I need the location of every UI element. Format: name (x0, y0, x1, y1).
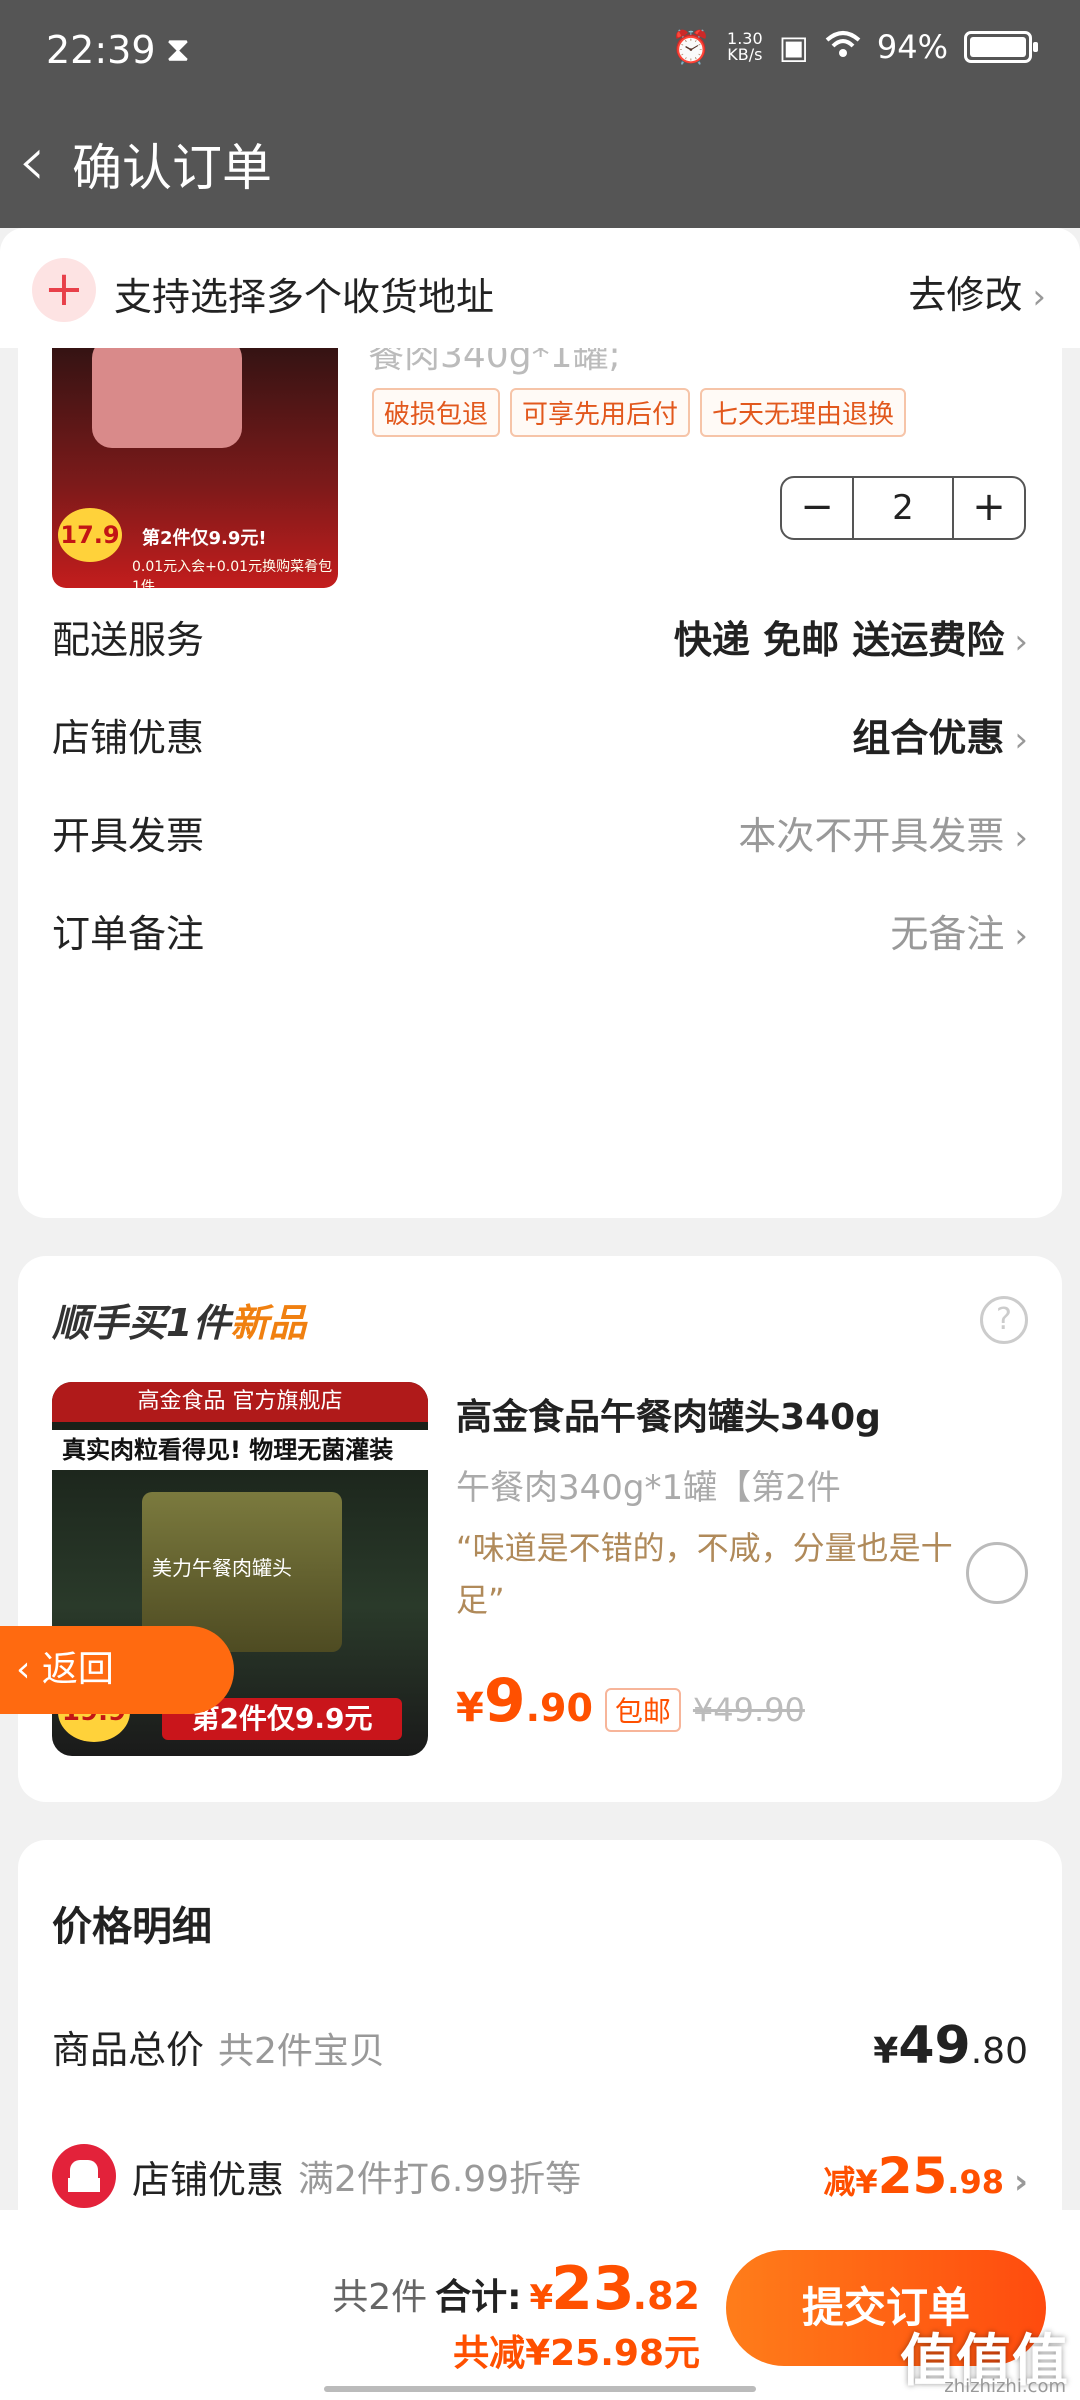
net-speed: 1.30 KB/s (727, 29, 763, 64)
thumb-store-header: 高金食品 官方旗舰店 (52, 1382, 428, 1422)
order-total: 共2件 合计: ¥ 23 .82 (332, 2254, 700, 2324)
delivery-label: 配送服务 (52, 617, 205, 662)
goods-total-amount: ¥49.80 (873, 2016, 1028, 2076)
tag-pay-later: 可享先用后付 (510, 388, 691, 437)
chevron-right-icon: › (1014, 817, 1028, 858)
goods-total-label: 商品总价 (52, 2028, 205, 2072)
status-bar: 22:39 ⧗ ⏰ 1.30 KB/s ▣ 94% (0, 0, 1080, 100)
upsell-card: 顺手买1件新品 ? 高金食品 官方旗舰店 真实肉粒看得见! 物理无菌灌装 美力午… (18, 1256, 1062, 1802)
address-banner-text: 支持选择多个收货地址 (114, 275, 495, 319)
delivery-value: 快递 免邮 送运费险 (673, 617, 1005, 662)
upsell-review-quote: “味道是不错的，不咸，分量也是十足” (456, 1529, 953, 1619)
note-row[interactable]: 订单备注 无备注 › (52, 890, 1028, 970)
product-thumbnail[interactable]: 17.9 第2件仅9.9元! 0.01元入会+0.01元换购菜肴包1件 (52, 348, 338, 588)
watermark-url: zhizhizhi.com (944, 2376, 1066, 2397)
sum-label: 合计: (435, 2277, 522, 2318)
status-time: 22:39 (46, 28, 156, 72)
order-card: 17.9 第2件仅9.9元! 0.01元入会+0.01元换购菜肴包1件 餐肉34… (18, 348, 1062, 1218)
new-badge: 新品 (230, 1301, 307, 1345)
shop-discount-row[interactable]: 店铺优惠 组合优惠 › (52, 694, 1028, 774)
luncheon-meat-image (92, 348, 242, 448)
thumb-price-badge: 17.9 (58, 508, 122, 562)
shop-discount-detail-sub: 满2件打6.99折等 (298, 2159, 582, 2200)
wifi-icon (825, 28, 861, 66)
product-spec: 餐肉340g*1罐; (368, 348, 621, 376)
thumb-sub: 0.01元入会+0.01元换购菜肴包1件 (132, 559, 333, 588)
price-detail-title: 价格明细 (52, 1904, 212, 1950)
free-shipping-badge: 包邮 (604, 1688, 681, 1732)
title-bar: ‹ 确认订单 (0, 100, 1080, 228)
chevron-right-icon: › (1014, 719, 1028, 760)
chevron-left-icon: ‹ (16, 1649, 42, 1690)
battery-percent: 94% (876, 28, 948, 66)
chevron-right-icon: › (1013, 2162, 1028, 2202)
home-indicator[interactable] (324, 2386, 756, 2392)
chevron-right-icon: › (1014, 915, 1028, 956)
upsell-product-name[interactable]: 高金食品午餐肉罐头340g (456, 1388, 881, 1440)
alarm-icon: ⏰ (671, 28, 712, 66)
decrease-button[interactable]: − (782, 478, 852, 538)
shop-discount-detail-row[interactable]: 店铺优惠 满2件打6.99折等 减¥25.98 › (52, 2144, 1028, 2208)
back-floating-button[interactable]: ‹ 返回 (0, 1626, 234, 1714)
goods-total-row: 商品总价 共2件宝贝 ¥49.80 (52, 2016, 1028, 2076)
status-right: ⏰ 1.30 KB/s ▣ 94% (671, 28, 1038, 66)
can-label: 美力午餐肉罐头 (152, 1556, 292, 1580)
shop-discount-detail-label: 店铺优惠 (132, 2157, 285, 2202)
original-price: ¥49.90 (692, 1691, 805, 1729)
battery-icon (964, 31, 1038, 63)
item-count: 共2件 (332, 2277, 428, 2318)
help-icon[interactable]: ? (980, 1296, 1028, 1344)
invoice-value: 本次不开具发票 (738, 813, 1005, 858)
upsell-title: 顺手买1件新品 (52, 1301, 307, 1345)
price-detail-card: 价格明细 商品总价 共2件宝贝 ¥49.80 店铺优惠 满2件打6.99折等 减¥… (18, 1840, 1062, 2260)
chevron-right-icon: › (1014, 621, 1028, 662)
shop-discount-label: 店铺优惠 (52, 715, 205, 760)
quantity-value[interactable]: 2 (852, 478, 954, 538)
quantity-stepper: − 2 + (780, 476, 1026, 540)
upsell-select-radio[interactable] (966, 1542, 1028, 1604)
thumb-promo: 第2件仅9.9元! (142, 528, 267, 549)
address-banner[interactable]: + 支持选择多个收货地址 去修改 › (0, 228, 1080, 348)
plus-icon[interactable]: + (32, 258, 96, 322)
shop-discount-amount: 减¥25.98 › (823, 2147, 1028, 2205)
invoice-label: 开具发票 (52, 813, 205, 858)
chevron-right-icon: › (1032, 277, 1046, 317)
note-value: 无备注 (890, 911, 1005, 956)
goods-count: 共2件宝贝 (218, 2031, 385, 2072)
increase-button[interactable]: + (954, 478, 1024, 538)
tag-damage-refund: 破损包退 (372, 388, 501, 437)
delivery-row[interactable]: 配送服务 快递 免邮 送运费险 › (52, 596, 1028, 676)
shop-icon (52, 2144, 116, 2208)
upsell-price: ¥ 9 .90 包邮 ¥49.90 (456, 1666, 805, 1736)
shop-discount-value: 组合优惠 (852, 715, 1005, 760)
page-title: 确认订单 (72, 139, 272, 197)
chevron-left-icon[interactable]: ‹ (18, 120, 46, 202)
service-tags: 破损包退 可享先用后付 七天无理由退换 (372, 388, 907, 437)
thumb-banner: 真实肉粒看得见! 物理无菌灌装 (52, 1430, 428, 1470)
tag-7day-return: 七天无理由退换 (700, 388, 907, 437)
upsell-product-spec: 午餐肉340g*1罐【第2件 (456, 1468, 841, 1508)
hourglass-icon: ⧗ (166, 30, 190, 70)
edit-address-link[interactable]: 去修改 › (908, 264, 1046, 319)
note-label: 订单备注 (52, 911, 205, 956)
total-saved: 共减¥25.98元 (453, 2333, 700, 2374)
invoice-row[interactable]: 开具发票 本次不开具发票 › (52, 792, 1028, 872)
sim-icon: ▣ (778, 28, 809, 66)
